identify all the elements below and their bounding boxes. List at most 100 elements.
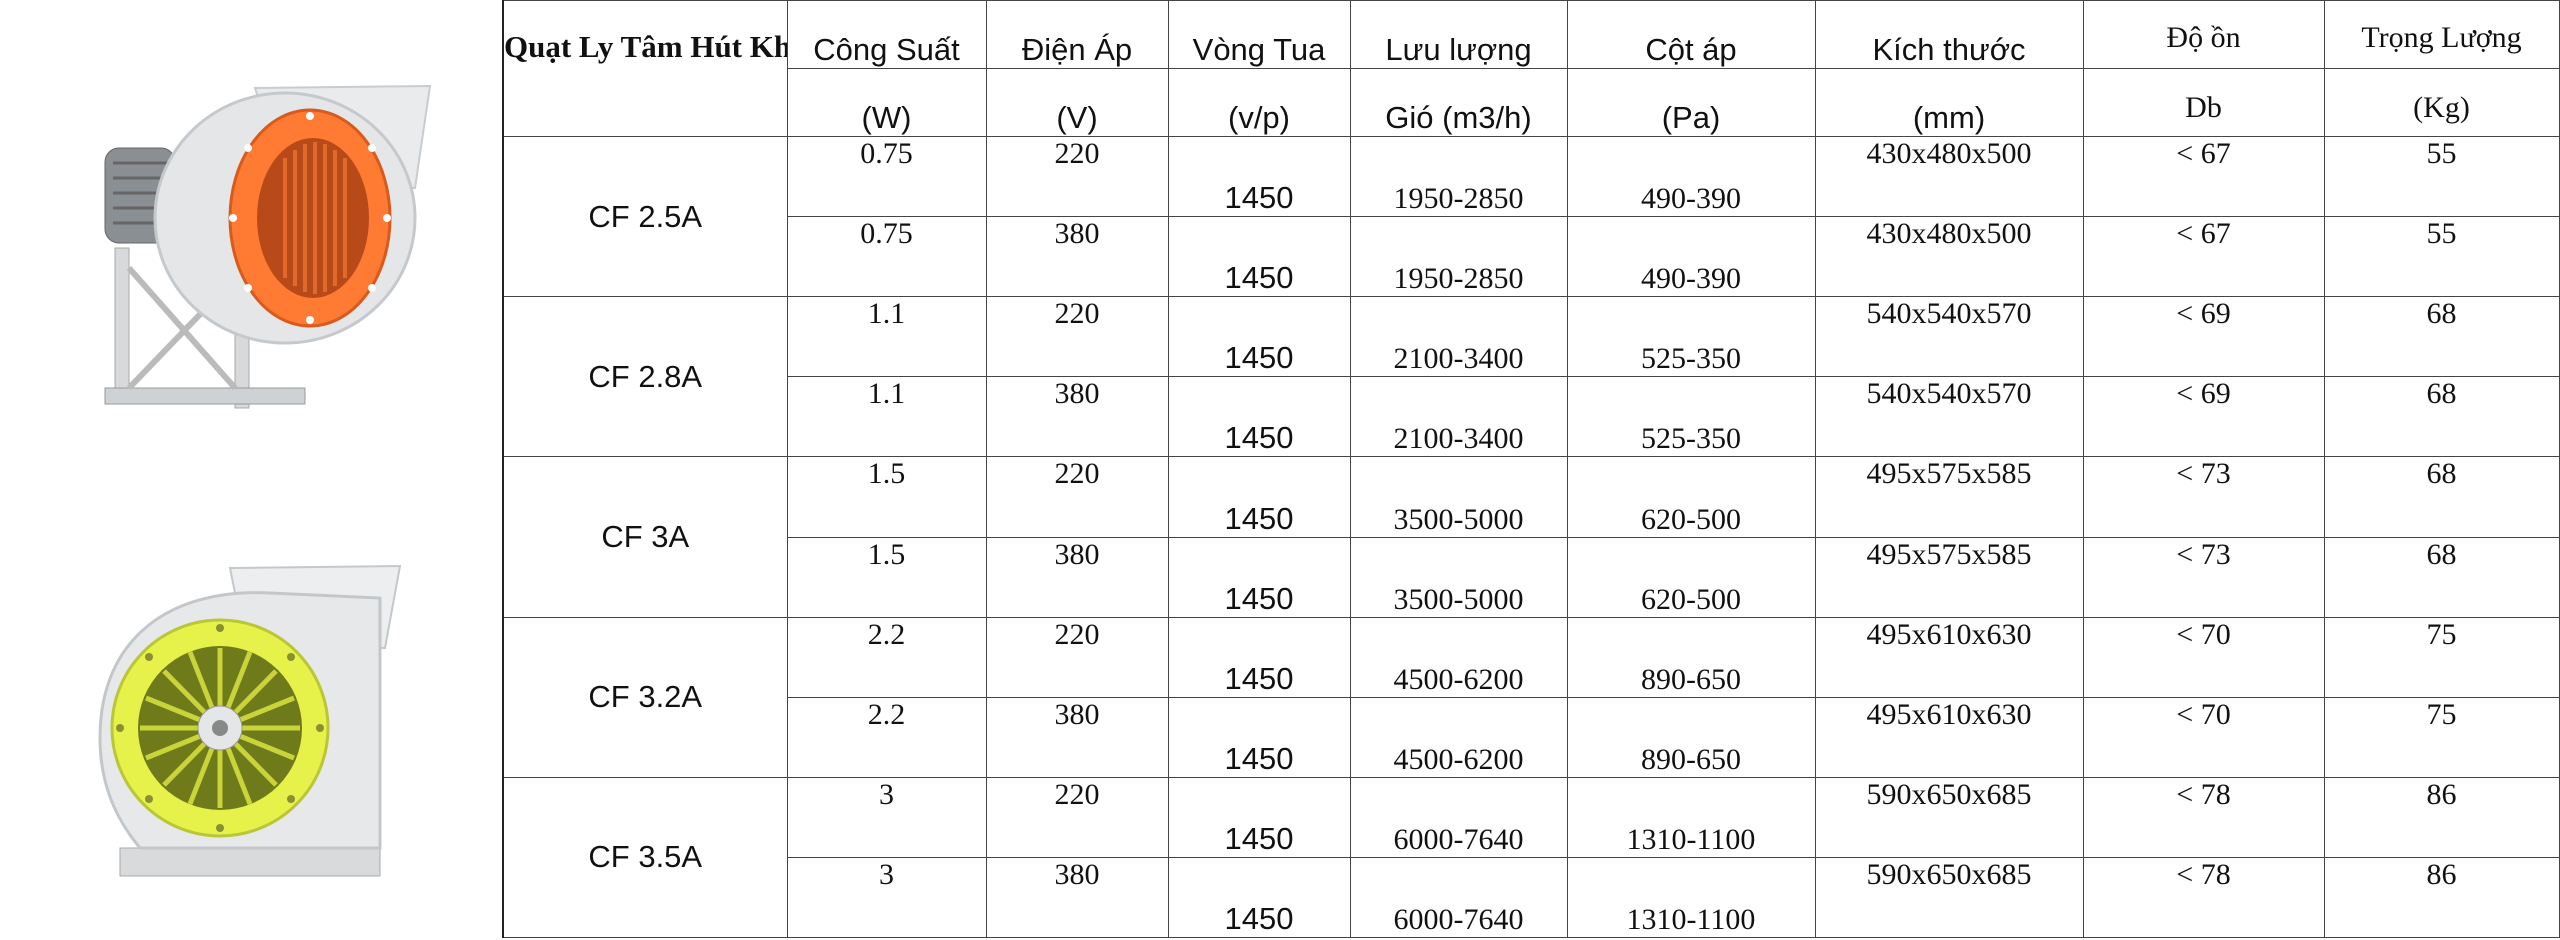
cell-pressure: 490-390 (1566, 136, 1816, 218)
cell-dimensions: 495x575x585 (1814, 536, 2084, 618)
cell-dimensions: 430x480x500 (1814, 136, 2084, 218)
cell-power: 0.75 (786, 216, 987, 298)
cell-power: 2.2 (786, 616, 987, 698)
cell-airflow: 4500-6200 (1349, 616, 1568, 698)
unit-weight: (Kg) (2323, 68, 2560, 138)
table-row: 2.2 380 1450 4500-6200 890-650 495x610x630 < 7… (503, 696, 2560, 778)
header-airflow: Lưu lượng (1349, 0, 1568, 70)
unit-power: (W) (786, 68, 987, 138)
spec-table: Quạt Ly Tâm Hút Khói Công Suất Điện Áp V… (502, 0, 2560, 939)
cell-voltage: 220 (985, 456, 1169, 538)
model-name: CF 3A (502, 456, 788, 618)
cell-power: 1.5 (786, 456, 987, 538)
cell-speed: 1450 (1167, 856, 1351, 939)
cell-airflow: 3500-5000 (1349, 456, 1568, 538)
cell-weight: 86 (2323, 776, 2560, 858)
cell-weight: 68 (2323, 536, 2560, 618)
cell-speed: 1450 (1167, 376, 1351, 458)
cell-speed: 1450 (1167, 616, 1351, 698)
cell-noise: < 70 (2082, 616, 2325, 698)
cell-airflow: 4500-6200 (1349, 696, 1568, 778)
cell-power: 0.75 (786, 136, 987, 218)
cell-noise: < 69 (2082, 296, 2325, 378)
cell-noise: < 78 (2082, 776, 2325, 858)
header-power: Công Suất (786, 0, 987, 70)
cell-dimensions: 540x540x570 (1814, 296, 2084, 378)
header-speed: Vòng Tua (1167, 0, 1351, 70)
header-row-bottom: (W) (V) (v/p) Gió (m3/h) (Pa) (mm) Db (K… (503, 68, 2560, 138)
cell-weight: 75 (2323, 696, 2560, 778)
cell-airflow: 2100-3400 (1349, 296, 1568, 378)
cell-voltage: 220 (985, 776, 1169, 858)
cell-power: 2.2 (786, 696, 987, 778)
unit-airflow: Gió (m3/h) (1349, 68, 1568, 138)
header-weight: Trọng Lượng (2323, 0, 2560, 70)
cell-dimensions: 540x540x570 (1814, 376, 2084, 458)
model-name: CF 2.8A (502, 296, 788, 458)
cell-weight: 86 (2323, 856, 2560, 939)
cell-noise: < 78 (2082, 856, 2325, 939)
cell-pressure: 620-500 (1566, 536, 1816, 618)
cell-airflow: 6000-7640 (1349, 856, 1568, 939)
cell-noise: < 67 (2082, 136, 2325, 218)
cell-airflow: 3500-5000 (1349, 536, 1568, 618)
table-title: Quạt Ly Tâm Hút Khói (502, 0, 788, 138)
table-row: 1.1 380 1450 2100-3400 525-350 540x540x570 < 6… (503, 376, 2560, 458)
cell-voltage: 380 (985, 856, 1169, 939)
cell-dimensions: 590x650x685 (1814, 776, 2084, 858)
header-row-top: Quạt Ly Tâm Hút Khói Công Suất Điện Áp V… (502, 0, 2560, 138)
cell-pressure: 525-350 (1566, 296, 1816, 378)
header-voltage: Điện Áp (985, 0, 1169, 70)
cell-voltage: 380 (985, 216, 1169, 298)
table-row: 3 380 1450 6000-7640 1310-1100 590x650x685 < 7… (503, 856, 2560, 939)
table-row: CF 3.5A 3 220 1450 6000-7640 1310-1100 590x650… (502, 776, 2560, 939)
cell-weight: 68 (2323, 296, 2560, 378)
cell-noise: < 73 (2082, 536, 2325, 618)
cell-pressure: 1310-1100 (1566, 776, 1816, 858)
table-row: 1.5 380 1450 3500-5000 620-500 495x575x585 < 7… (503, 536, 2560, 618)
cell-speed: 1450 (1167, 456, 1351, 538)
cell-noise: < 69 (2082, 376, 2325, 458)
cell-speed: 1450 (1167, 136, 1351, 218)
model-name: CF 3.5A (502, 776, 788, 939)
cell-speed: 1450 (1167, 536, 1351, 618)
table-row: CF 3.2A 2.2 220 1450 4500-6200 890-650 495x610… (502, 616, 2560, 778)
cell-pressure: 525-350 (1566, 376, 1816, 458)
cell-weight: 75 (2323, 616, 2560, 698)
cell-speed: 1450 (1167, 776, 1351, 858)
unit-noise: Db (2082, 68, 2325, 138)
cell-dimensions: 430x480x500 (1814, 216, 2084, 298)
header-pressure: Cột áp (1566, 0, 1816, 70)
centrifugal-fan-yellow-icon (98, 564, 402, 877)
cell-voltage: 380 (985, 696, 1169, 778)
centrifugal-fan-orange-icon (104, 84, 432, 409)
model-name: CF 3.2A (502, 616, 788, 778)
cell-voltage: 380 (985, 376, 1169, 458)
header-noise: Độ ồn (2082, 0, 2325, 70)
cell-power: 3 (786, 856, 987, 939)
cell-airflow: 6000-7640 (1349, 776, 1568, 858)
cell-voltage: 220 (985, 616, 1169, 698)
cell-airflow: 2100-3400 (1349, 376, 1568, 458)
cell-power: 1.1 (786, 376, 987, 458)
cell-pressure: 890-650 (1566, 696, 1816, 778)
cell-noise: < 70 (2082, 696, 2325, 778)
cell-noise: < 73 (2082, 456, 2325, 538)
cell-pressure: 490-390 (1566, 216, 1816, 298)
table-row: CF 2.8A 1.1 220 1450 2100-3400 525-350 540x540… (502, 296, 2560, 458)
cell-dimensions: 495x610x630 (1814, 696, 2084, 778)
unit-speed: (v/p) (1167, 68, 1351, 138)
cell-power: 1.5 (786, 536, 987, 618)
cell-speed: 1450 (1167, 696, 1351, 778)
cell-power: 3 (786, 776, 987, 858)
cell-voltage: 220 (985, 296, 1169, 378)
table-row: 0.75 380 1450 1950-2850 490-390 430x480x500 < … (503, 216, 2560, 298)
cell-voltage: 220 (985, 136, 1169, 218)
cell-speed: 1450 (1167, 216, 1351, 298)
cell-weight: 55 (2323, 216, 2560, 298)
cell-noise: < 67 (2082, 216, 2325, 298)
cell-pressure: 620-500 (1566, 456, 1816, 538)
cell-dimensions: 590x650x685 (1814, 856, 2084, 939)
cell-pressure: 890-650 (1566, 616, 1816, 698)
cell-airflow: 1950-2850 (1349, 136, 1568, 218)
